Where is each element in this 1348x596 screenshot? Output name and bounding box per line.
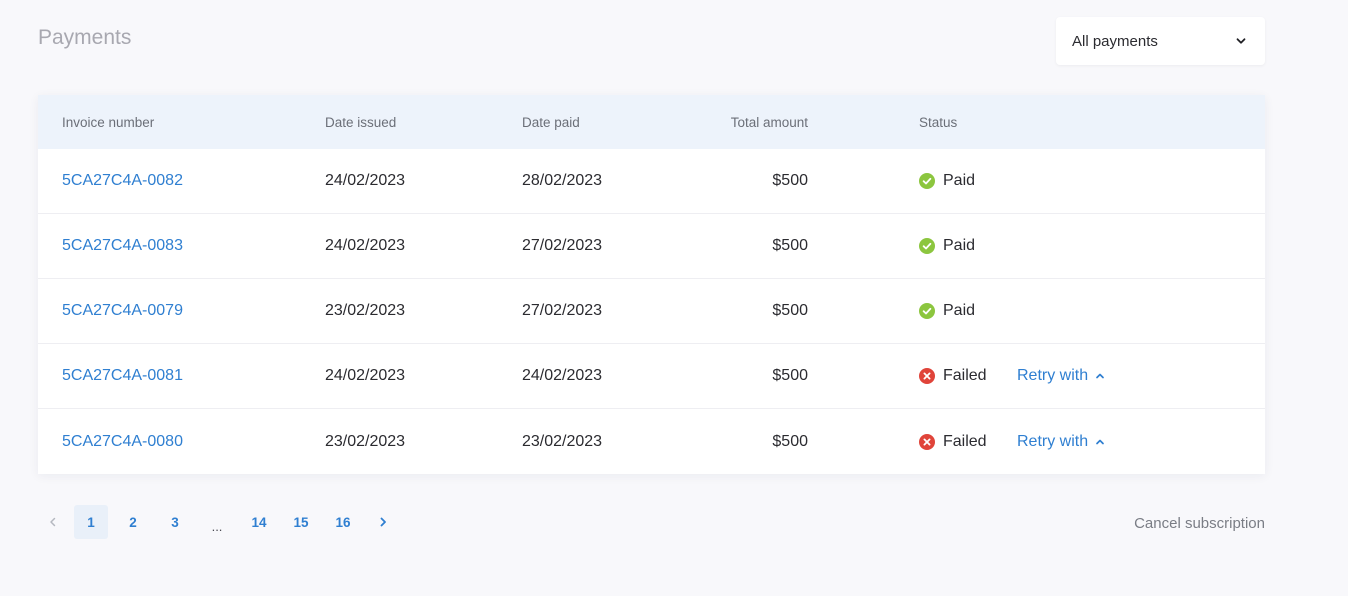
total-amount: $500 bbox=[772, 432, 808, 450]
date-paid: 24/02/2023 bbox=[522, 367, 603, 384]
invoice-number-link[interactable]: 5CA27C4A-0080 bbox=[62, 433, 183, 451]
x-circle-icon bbox=[919, 433, 935, 450]
date-paid: 28/02/2023 bbox=[522, 172, 603, 189]
chevron-up-icon bbox=[1096, 373, 1104, 379]
status-badge: Paid bbox=[919, 172, 975, 190]
total-amount: $500 bbox=[772, 237, 808, 254]
cancel-subscription-link[interactable]: Cancel subscription bbox=[1134, 515, 1265, 532]
table-row: 5CA27C4A-0082 24/02/2023 28/02/2023 $500… bbox=[38, 149, 1265, 214]
total-amount: $500 bbox=[772, 172, 808, 189]
payments-filter-select[interactable]: All payments bbox=[1056, 17, 1265, 65]
x-circle-icon bbox=[919, 368, 935, 384]
status-label: Paid bbox=[943, 237, 976, 254]
page-button-15[interactable]: 15 bbox=[284, 505, 318, 539]
page-title: Payments bbox=[38, 26, 132, 49]
date-issued: 23/02/2023 bbox=[325, 302, 406, 319]
pagination-next-button[interactable] bbox=[368, 505, 398, 539]
header-invoice-number: Invoice number bbox=[62, 114, 155, 130]
pagination-prev-button[interactable] bbox=[38, 505, 68, 539]
header-date-paid: Date paid bbox=[522, 114, 580, 130]
date-issued: 24/02/2023 bbox=[325, 172, 406, 189]
table-body: 5CA27C4A-0082 24/02/2023 28/02/2023 $500… bbox=[38, 149, 1265, 474]
table-header: Invoice number Date issued Date paid Tot… bbox=[38, 95, 1265, 149]
page-button-14[interactable]: 14 bbox=[242, 505, 276, 539]
invoice-number-link[interactable]: 5CA27C4A-0083 bbox=[62, 237, 183, 255]
date-issued: 24/02/2023 bbox=[325, 237, 406, 254]
filter-selected-value: All payments bbox=[1072, 32, 1158, 50]
chevron-right-icon bbox=[380, 517, 386, 527]
date-paid: 27/02/2023 bbox=[522, 237, 603, 254]
payments-table: Invoice number Date issued Date paid Tot… bbox=[38, 95, 1265, 474]
status-badge: Paid bbox=[919, 237, 975, 255]
check-circle-icon bbox=[919, 238, 935, 254]
retry-label: Retry with bbox=[1017, 432, 1089, 450]
retry-with-button[interactable]: Retry with bbox=[1017, 433, 1105, 451]
date-issued: 24/02/2023 bbox=[325, 367, 406, 384]
chevron-down-icon bbox=[1236, 38, 1246, 44]
pagination-ellipsis: ... bbox=[211, 518, 223, 534]
page-button-3[interactable]: 3 bbox=[158, 505, 192, 539]
page-button-1[interactable]: 1 bbox=[74, 505, 108, 539]
table-row: 5CA27C4A-0080 23/02/2023 23/02/2023 $500… bbox=[38, 409, 1265, 474]
invoice-number-link[interactable]: 5CA27C4A-0079 bbox=[62, 302, 183, 320]
page-button-16[interactable]: 16 bbox=[326, 505, 360, 539]
status-label: Paid bbox=[943, 172, 976, 189]
date-paid: 23/02/2023 bbox=[522, 432, 603, 450]
retry-label: Retry with bbox=[1017, 367, 1089, 384]
status-badge: Failed bbox=[919, 367, 987, 385]
status-badge: Paid bbox=[919, 302, 975, 320]
check-circle-icon bbox=[919, 303, 935, 319]
total-amount: $500 bbox=[772, 302, 808, 319]
table-row: 5CA27C4A-0081 24/02/2023 24/02/2023 $500… bbox=[38, 344, 1265, 409]
chevron-left-icon bbox=[50, 517, 56, 527]
invoice-number-link[interactable]: 5CA27C4A-0081 bbox=[62, 367, 183, 385]
date-paid: 27/02/2023 bbox=[522, 302, 603, 319]
total-amount: $500 bbox=[772, 367, 808, 384]
check-circle-icon bbox=[919, 173, 935, 189]
status-label: Failed bbox=[943, 432, 987, 450]
chevron-up-icon bbox=[1096, 439, 1104, 444]
header-date-issued: Date issued bbox=[325, 114, 397, 130]
status-label: Failed bbox=[943, 367, 987, 384]
header-status: Status bbox=[919, 114, 958, 130]
invoice-number-link[interactable]: 5CA27C4A-0082 bbox=[62, 172, 183, 190]
table-row: 5CA27C4A-0083 24/02/2023 27/02/2023 $500… bbox=[38, 214, 1265, 279]
header-total-amount: Total amount bbox=[730, 114, 808, 130]
retry-with-button[interactable]: Retry with bbox=[1017, 367, 1105, 385]
pagination: 1 2 3 ... 14 15 16 bbox=[38, 504, 398, 540]
page-button-2[interactable]: 2 bbox=[116, 505, 150, 539]
table-row: 5CA27C4A-0079 23/02/2023 27/02/2023 $500… bbox=[38, 279, 1265, 344]
date-issued: 23/02/2023 bbox=[325, 432, 406, 450]
status-badge: Failed bbox=[919, 433, 987, 451]
status-label: Paid bbox=[943, 302, 976, 319]
